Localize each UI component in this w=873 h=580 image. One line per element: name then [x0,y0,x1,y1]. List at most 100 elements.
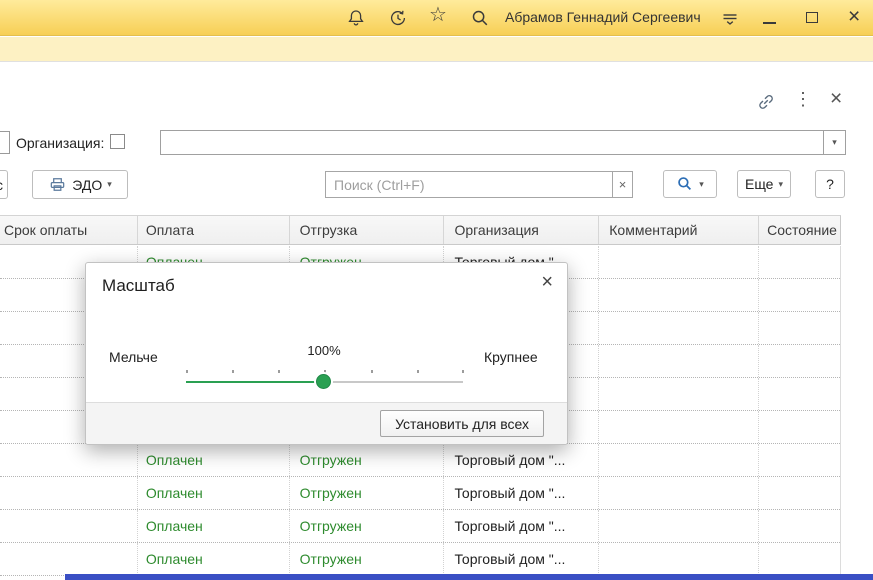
cell-comment [599,444,759,476]
larger-label: Крупнее [484,349,538,365]
cell-comment [599,279,759,311]
global-search-icon[interactable] [470,8,490,28]
cell-due-date [0,543,138,575]
clear-icon: × [619,177,627,192]
cell-comment [599,345,759,377]
organization-label: Организация: [16,135,104,151]
cell-shipment: Отгружен [290,444,445,476]
cell-payment: Оплачен [138,444,290,476]
combo-dropdown-button[interactable]: ▾ [823,131,845,154]
dialog-footer: Установить для всех [86,402,567,444]
user-name[interactable]: Абрамов Геннадий Сергеевич [505,9,701,25]
form-close-icon[interactable]: × [830,87,842,111]
cell-comment [599,411,759,443]
favorites-star-icon[interactable]: ☆ [429,5,447,25]
app-window: ☆ Абрамов Геннадий Сергеевич × ⋮ × Орган… [0,0,873,580]
slider-tick [324,370,326,373]
table-header: Срок оплаты Оплата Отгрузка Организация … [0,215,841,245]
help-button[interactable]: ? [815,170,845,198]
cell-state [759,345,840,377]
table-row[interactable]: Оплачен Отгружен Торговый дом "... [0,510,840,543]
clipped-field[interactable] [0,131,10,154]
slider-tick [371,370,373,373]
slider-tick [417,370,419,373]
cell-comment [599,543,759,575]
zoom-value-label: 100% [294,343,354,358]
cell-organization: Торговый дом "... [444,444,599,476]
cell-organization: Торговый дом "... [444,543,599,575]
smaller-label: Мельче [109,349,158,365]
cell-payment: Оплачен [138,543,290,575]
clipped-button[interactable]: с [0,170,8,199]
chevron-down-icon: ▾ [778,179,783,190]
history-icon[interactable] [388,8,408,28]
more-button-label: Еще [745,176,774,192]
cell-organization: Торговый дом "... [444,510,599,542]
column-header-payment[interactable]: Оплата [138,216,290,244]
cell-state [759,510,840,542]
clear-search-button[interactable]: × [612,171,633,198]
tools-menu-icon[interactable] [720,8,740,28]
cell-comment [599,312,759,344]
cell-state [759,279,840,311]
cell-comment [599,510,759,542]
cell-state [759,477,840,509]
cell-state [759,378,840,410]
zoom-slider-fill [186,381,324,383]
cell-comment [599,477,759,509]
organization-combo-input[interactable]: ▾ [160,130,846,155]
dialog-title: Масштаб [102,276,175,296]
column-header-shipment[interactable]: Отгрузка [290,216,445,244]
cell-payment: Оплачен [138,477,290,509]
table-row[interactable]: Оплачен Отгружен Торговый дом "... [0,543,840,576]
slider-tick [232,370,234,373]
form-tab-strip [0,37,873,62]
search-icon [676,175,694,193]
apply-all-button[interactable]: Установить для всех [380,410,544,437]
app-titlebar: ☆ Абрамов Геннадий Сергеевич × [0,0,873,36]
help-button-label: ? [826,176,834,192]
table-row[interactable]: Оплачен Отгружен Торговый дом "... [0,444,840,477]
window-close-button[interactable]: × [848,6,860,28]
cell-due-date [0,477,138,509]
zoom-slider-handle[interactable] [316,374,331,389]
more-menu-icon[interactable]: ⋮ [794,89,812,110]
table-row[interactable]: Оплачен Отгружен Торговый дом "... [0,477,840,510]
organization-use-checkbox[interactable] [110,134,125,149]
minimize-button[interactable] [763,22,776,24]
edo-icon [48,175,67,194]
cell-state [759,543,840,575]
bottom-accent-bar [65,574,873,580]
cell-comment [599,378,759,410]
search-input[interactable] [325,171,613,198]
cell-due-date [0,510,138,542]
cell-state [759,411,840,443]
cell-due-date [0,444,138,476]
edo-button[interactable]: ЭДО ▾ [32,170,128,199]
dialog-close-icon[interactable]: × [541,271,553,294]
cell-state [759,246,840,278]
more-button[interactable]: Еще ▾ [737,170,791,198]
cell-payment: Оплачен [138,510,290,542]
column-header-comment[interactable]: Комментарий [599,216,759,244]
cell-state [759,312,840,344]
slider-tick [186,370,188,373]
slider-tick [278,370,280,373]
get-link-icon[interactable] [756,92,776,112]
column-header-state[interactable]: Состояние [759,216,840,244]
maximize-button[interactable] [806,12,818,23]
chevron-down-icon: ▾ [832,137,837,148]
column-header-due-date[interactable]: Срок оплаты [0,216,138,244]
search-button[interactable]: ▾ [663,170,717,198]
slider-tick [462,370,464,373]
notifications-bell-icon[interactable] [346,8,366,28]
zoom-dialog: Масштаб × Мельче 100% Крупнее Установить… [85,262,568,445]
chevron-down-icon: ▾ [107,179,112,190]
cell-shipment: Отгружен [290,477,445,509]
cell-shipment: Отгружен [290,510,445,542]
cell-state [759,444,840,476]
column-header-organization[interactable]: Организация [444,216,599,244]
cell-shipment: Отгружен [290,543,445,575]
chevron-down-icon: ▾ [699,179,704,190]
cell-comment [599,246,759,278]
